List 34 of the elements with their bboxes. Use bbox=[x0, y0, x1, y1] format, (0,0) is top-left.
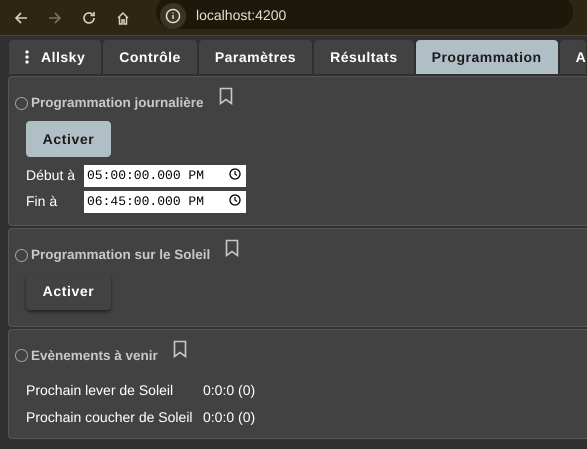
tab[interactable]: Paramètres bbox=[198, 40, 312, 74]
event-value: 0:0:0 (0) bbox=[203, 380, 256, 400]
time-field[interactable]: 05:00:00.000 PM bbox=[84, 164, 246, 187]
field-label: Fin à bbox=[26, 192, 58, 211]
forward-icon[interactable] bbox=[48, 10, 62, 24]
activate-button[interactable]: Activer bbox=[26, 274, 111, 310]
radio-button[interactable] bbox=[15, 248, 28, 262]
home-icon[interactable] bbox=[116, 10, 130, 24]
back-icon[interactable] bbox=[14, 10, 28, 24]
event-label: Prochain coucher de Soleil bbox=[26, 408, 194, 427]
clock-icon[interactable] bbox=[229, 194, 241, 206]
tab[interactable]: Contrôle bbox=[103, 40, 197, 74]
section-title: Programmation sur le Soleil bbox=[31, 246, 210, 264]
menu-icon[interactable] bbox=[25, 50, 29, 64]
address-bar[interactable]: localhost:4200 bbox=[156, 0, 573, 28]
tab[interactable]: Allsky bbox=[9, 40, 102, 74]
tab[interactable]: A bbox=[560, 40, 586, 74]
event-value: 0:0:0 (0) bbox=[203, 408, 256, 427]
radio-button[interactable] bbox=[15, 349, 28, 362]
reload-icon[interactable] bbox=[82, 10, 96, 24]
bookmark-icon[interactable] bbox=[172, 340, 187, 358]
radio-button[interactable] bbox=[15, 96, 28, 110]
clock-icon[interactable] bbox=[229, 168, 241, 180]
tab[interactable]: Programmation bbox=[416, 40, 558, 74]
activate-button[interactable]: Activer bbox=[26, 121, 111, 158]
section-title: Programmation journalière bbox=[31, 94, 204, 112]
section-title: Evènements à venir bbox=[31, 346, 158, 364]
bookmark-icon[interactable] bbox=[218, 87, 233, 106]
field-label: Début à bbox=[26, 166, 76, 185]
bookmark-icon[interactable] bbox=[225, 239, 240, 258]
url-text: localhost:4200 bbox=[196, 6, 286, 25]
event-label: Prochain lever de Soleil bbox=[26, 380, 174, 400]
tab[interactable]: Résultats bbox=[314, 40, 414, 74]
time-field[interactable]: 06:45:00.000 PM bbox=[84, 190, 246, 213]
